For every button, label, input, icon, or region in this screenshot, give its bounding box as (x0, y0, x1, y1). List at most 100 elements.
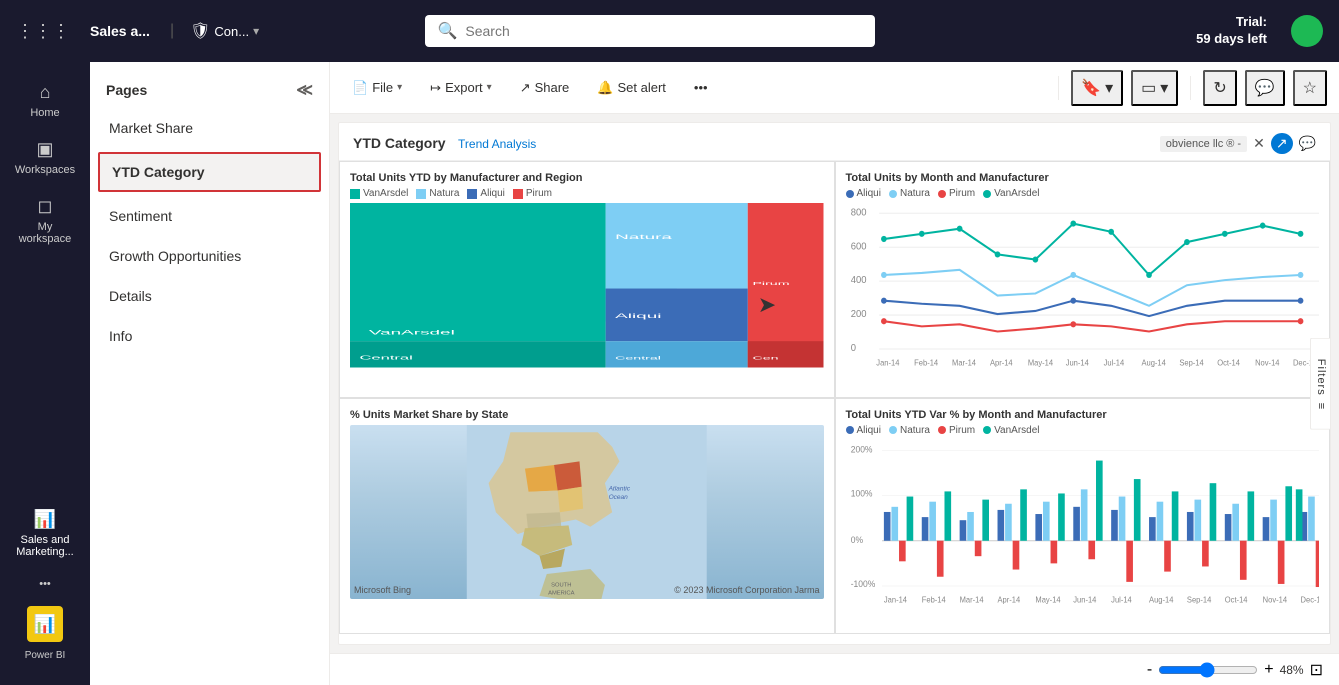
legend-color-pirum (513, 189, 523, 199)
legend-color-aliqui (467, 189, 477, 199)
svg-text:200: 200 (850, 309, 866, 320)
filter-lines-icon: ≡ (1315, 402, 1327, 408)
sidebar-item-myworkspace[interactable]: ◻ My workspace (5, 188, 85, 253)
map-chart: Atlantic Ocean SOUTH AMERICA Microsoft B… (350, 425, 824, 600)
sidebar-item-home[interactable]: ⌂ Home (5, 74, 85, 127)
svg-text:Jul-14: Jul-14 (1103, 358, 1124, 367)
sidebar-more[interactable]: ••• (5, 570, 85, 598)
view-button[interactable]: ▭ ▾ (1131, 70, 1178, 106)
share-button[interactable]: ↗ Share (510, 74, 580, 102)
svg-text:Oct-14: Oct-14 (1217, 358, 1240, 367)
view-icon: ▭ (1141, 78, 1156, 98)
linechart-chart: 800 600 400 200 0 (846, 203, 1320, 368)
more-icon: ••• (39, 578, 51, 590)
fit-button[interactable]: ⊡ (1310, 660, 1323, 680)
treemap-chart: VanArsdel Natura Pirum Central (350, 203, 824, 368)
powerbi-logo: 📊 (27, 606, 63, 642)
svg-text:Oct-14: Oct-14 (1224, 595, 1247, 604)
file-button[interactable]: 📄 File ▾ (342, 74, 412, 102)
content-area: 📄 File ▾ ↦ Export ▾ ↗ Share 🔔 Set alert … (330, 62, 1339, 685)
sidebar-item-workspaces[interactable]: ▣ Workspaces (5, 131, 85, 184)
report-subtitle: Trend Analysis (458, 137, 536, 151)
share-label: Share (535, 80, 570, 95)
legend-pirum: Pirum (938, 425, 975, 436)
refresh-icon: ↻ (1213, 78, 1226, 98)
svg-text:600: 600 (850, 241, 866, 252)
topbar: ⋮⋮⋮ Sales a... | 🛡 Con... ▾ 🔍 Trial: 59 … (0, 0, 1339, 62)
pin-icon[interactable]: 💬 (1299, 135, 1316, 152)
legend-dot-aliqui (846, 190, 854, 198)
report-title-area: YTD Category Trend Analysis (353, 135, 536, 153)
linechart-legend: Aliqui Natura Pirum VanArsdel (846, 188, 1320, 199)
svg-text:200%: 200% (850, 444, 872, 454)
svg-text:Mar-14: Mar-14 (952, 358, 977, 367)
page-item-growthopportunities[interactable]: Growth Opportunities (90, 236, 329, 276)
apps-icon[interactable]: ⋮⋮⋮ (16, 21, 70, 42)
page-item-sentiment[interactable]: Sentiment (90, 196, 329, 236)
chevron-down-icon: ▾ (487, 82, 492, 93)
comment-icon: 💬 (1255, 78, 1275, 98)
shield-icon: 🛡 (190, 21, 210, 41)
search-input[interactable] (465, 23, 863, 39)
svg-text:100%: 100% (850, 488, 872, 498)
treemap-legend: VanArsdel Natura Aliqui Pirum (350, 188, 824, 199)
page-item-marketshare[interactable]: Market Share (90, 108, 329, 148)
focus-icon[interactable]: ✕ (1253, 135, 1265, 152)
bookmark-chevron: ▾ (1105, 78, 1113, 98)
legend-dot-pirum (938, 426, 946, 434)
zoom-out-button[interactable]: - (1147, 661, 1152, 679)
sidebar-item-salesmarketing[interactable]: 📊 Sales and Marketing... (5, 501, 85, 566)
barchart-chart: 200% 100% 0% -100% (846, 440, 1320, 605)
workspace-name: Con... (214, 24, 249, 39)
favorite-button[interactable]: ☆ (1293, 70, 1327, 106)
more-button[interactable]: ••• (684, 74, 718, 101)
svg-text:Aliqui: Aliqui (615, 313, 661, 320)
svg-text:Central: Central (615, 355, 661, 361)
legend-pirum: Pirum (513, 188, 552, 199)
divider (1190, 76, 1191, 100)
alert-button[interactable]: 🔔 Set alert (587, 74, 676, 102)
svg-text:May-14: May-14 (1035, 595, 1061, 604)
share-icon: ↗ (520, 80, 531, 96)
bottom-bar: - + 48% ⊡ (330, 653, 1339, 685)
filters-tab[interactable]: Filters ≡ (1310, 337, 1331, 429)
page-item-details[interactable]: Details (90, 276, 329, 316)
linechart-title: Total Units by Month and Manufacturer (846, 172, 1320, 184)
avatar[interactable] (1291, 15, 1323, 47)
svg-text:Apr-14: Apr-14 (997, 595, 1020, 604)
map-title: % Units Market Share by State (350, 409, 824, 421)
legend-vanarsdel: VanArsdel (350, 188, 408, 199)
zoom-in-button[interactable]: + (1264, 661, 1273, 679)
workspace-selector[interactable]: 🛡 Con... ▾ (190, 21, 259, 41)
page-item-ytdcategory[interactable]: YTD Category (98, 152, 321, 192)
view-chevron: ▾ (1160, 78, 1168, 98)
map-copyright: © 2023 Microsoft Corporation Jarma (674, 585, 819, 595)
export-button[interactable]: ↦ Export ▾ (420, 74, 502, 102)
divider (1058, 76, 1059, 100)
collapse-button[interactable]: ≪ (296, 80, 313, 100)
bookmark-button[interactable]: 🔖 ▾ (1071, 70, 1123, 106)
file-icon: 📄 (352, 80, 368, 96)
svg-text:Natura: Natura (615, 234, 672, 241)
ellipsis-icon: ••• (694, 80, 708, 95)
pages-title: Pages (106, 82, 147, 98)
svg-text:Feb-14: Feb-14 (914, 358, 939, 367)
svg-text:SOUTH: SOUTH (551, 582, 571, 588)
powerbi-label: Power BI (25, 650, 66, 661)
comment-button[interactable]: 💬 (1245, 70, 1285, 106)
barchart-legend: Aliqui Natura Pirum VanArsdel (846, 425, 1320, 436)
export-label: Export (445, 80, 483, 95)
sidebar-item-label: My workspace (17, 221, 73, 245)
svg-text:400: 400 (850, 275, 866, 286)
legend-dot-natura (889, 426, 897, 434)
search-bar[interactable]: 🔍 (425, 15, 875, 47)
legend-natura: Natura (889, 425, 930, 436)
expand-icon[interactable]: ↗ (1271, 133, 1293, 154)
svg-text:Dec-14: Dec-14 (1300, 595, 1319, 604)
toolbar: 📄 File ▾ ↦ Export ▾ ↗ Share 🔔 Set alert … (330, 62, 1339, 114)
zoom-slider[interactable] (1158, 662, 1258, 678)
svg-text:-100%: -100% (850, 578, 875, 588)
page-item-info[interactable]: Info (90, 316, 329, 356)
pages-header: Pages ≪ (90, 62, 329, 108)
refresh-button[interactable]: ↻ (1203, 70, 1236, 106)
